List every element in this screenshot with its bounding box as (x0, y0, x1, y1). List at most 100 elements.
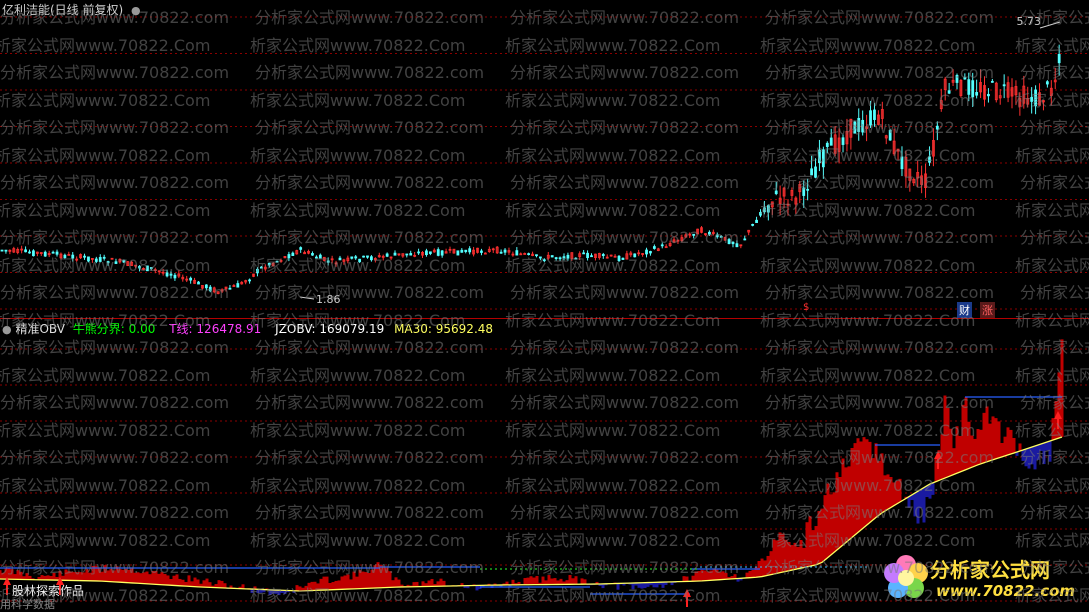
candle-body (873, 109, 876, 120)
candle-body (967, 79, 971, 95)
candle-body (149, 267, 153, 269)
candle-body (806, 188, 810, 191)
ma-value: 95692.48 (435, 322, 494, 336)
candle-body (857, 117, 861, 132)
site-logo: 分析家公式网 www.70822.com (878, 550, 1083, 606)
candle-body (311, 253, 314, 256)
candle-body (98, 257, 102, 262)
candle-body (841, 137, 845, 145)
logo-url: www.70822.com (936, 582, 1076, 600)
candle-body (259, 266, 263, 269)
candle-body (94, 258, 98, 262)
candle-body (649, 251, 652, 254)
price-chart[interactable] (0, 0, 1089, 318)
candle-body (558, 257, 562, 260)
candle-body (759, 212, 762, 216)
candle-body (106, 261, 110, 264)
circle-icon[interactable]: ● (2, 323, 12, 336)
candle-body (43, 251, 47, 257)
candle-body (173, 274, 177, 279)
candle-body (468, 248, 472, 253)
candle-body (818, 149, 821, 164)
candle-body (87, 256, 90, 262)
candle-body (393, 252, 397, 256)
candle-body (146, 265, 149, 272)
stock-title: 亿利洁能(日线 前复权) ● (2, 1, 141, 18)
candle-body (204, 284, 208, 289)
low-arrow-line (299, 296, 315, 300)
candle-body (586, 252, 589, 259)
dollar-marker[interactable]: $ (801, 302, 811, 313)
candle-body (436, 249, 440, 256)
candle-body (291, 252, 295, 256)
candle-body (385, 253, 389, 257)
candle-body (766, 205, 770, 213)
candle-body (582, 252, 586, 255)
candle-body (869, 110, 872, 126)
candle-body (566, 254, 570, 259)
candle-body (417, 251, 420, 254)
low-price-label: 1.86 (316, 293, 341, 306)
candle-body (601, 254, 605, 257)
candle-body (366, 255, 369, 258)
candle-body (326, 260, 330, 263)
candle-body (236, 283, 240, 288)
candle-body (660, 244, 664, 247)
candle-body (208, 286, 212, 292)
circle-icon[interactable]: ● (131, 4, 141, 17)
buy-arrow-icon (683, 589, 691, 607)
candle-body (32, 250, 35, 257)
candle-body (715, 234, 719, 238)
logo-title: 分析家公式网 (930, 558, 1050, 582)
candle-body (122, 259, 126, 263)
candle-body (527, 253, 531, 256)
candle-body (735, 243, 739, 248)
candle-body (165, 272, 169, 277)
candle-body (405, 253, 409, 256)
candle-body (248, 279, 251, 282)
rise-marker[interactable]: 涨 (980, 302, 995, 318)
candle-body (763, 207, 766, 213)
candle-body (138, 265, 141, 269)
candle-body (464, 249, 468, 252)
candle-body (987, 93, 990, 97)
candle-body (617, 255, 621, 261)
candle-body (755, 219, 758, 223)
candle-body (719, 235, 723, 238)
high-arrow-line (1039, 21, 1061, 29)
candle-body (888, 129, 892, 141)
candle-body (169, 273, 173, 276)
indicator-panel[interactable]: ● 精准OBV 牛熊分界: 0.00 T线: 126478.91 JZOBV: … (0, 319, 1089, 612)
candle-body (480, 250, 483, 253)
candle-body (83, 255, 86, 258)
candle-body (1030, 96, 1034, 102)
candle-body (539, 256, 542, 259)
candle-body (574, 257, 578, 260)
candle-body (955, 75, 959, 83)
candle-body (935, 125, 939, 130)
candle-body (731, 241, 735, 245)
candle-body (358, 258, 362, 263)
jz-value: 169079.19 (319, 322, 385, 336)
candle-body (861, 119, 865, 133)
finance-marker[interactable]: 财 (957, 302, 972, 318)
candle-body (550, 255, 554, 258)
candle-body (350, 256, 354, 259)
bull-label: 牛熊分界: (72, 322, 125, 336)
candle-body (440, 250, 444, 256)
candle-body (456, 250, 460, 256)
price-panel[interactable]: 亿利洁能(日线 前复权) ● 5.73 1.86 财 涨 $ (0, 0, 1089, 318)
candle-body (535, 254, 538, 257)
candle-body (1045, 81, 1049, 85)
indicator-name: 精准OBV (15, 322, 65, 336)
candle-body (51, 251, 55, 254)
candle-body (362, 255, 365, 258)
candle-body (692, 233, 696, 236)
t-label: T线: (169, 322, 193, 336)
candle-body (409, 253, 413, 256)
candle-body (299, 247, 303, 250)
candle-body (71, 254, 75, 259)
candle-body (821, 149, 825, 168)
stock-title-text: 亿利洁能(日线 前复权) (2, 3, 124, 17)
candle-body (267, 262, 271, 266)
